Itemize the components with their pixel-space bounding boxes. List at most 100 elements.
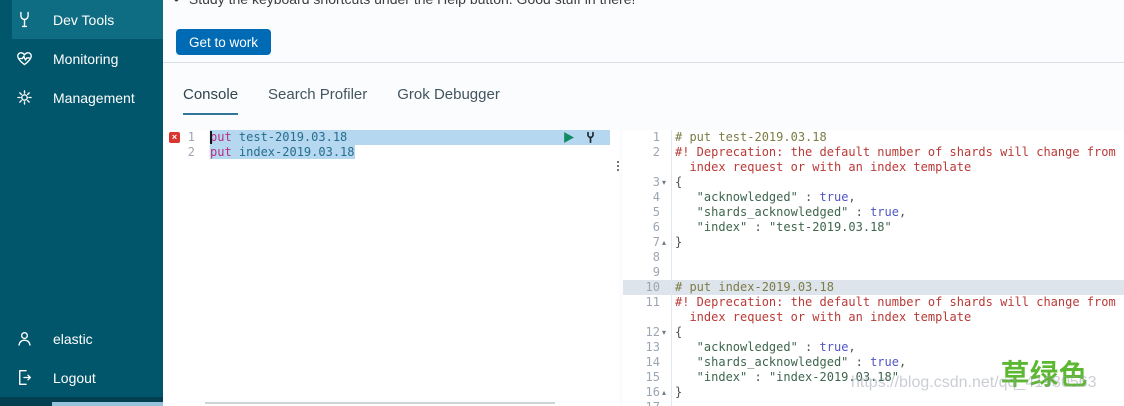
- output-line-content: "index" : "test-2019.03.18": [672, 220, 1124, 235]
- sidebar-scrollbar-thumb[interactable]: [52, 402, 170, 406]
- request-settings-wrench-icon[interactable]: [584, 131, 597, 144]
- output-line-content: #! Deprecation: the default number of sh…: [672, 295, 1124, 310]
- tab-grok-debugger[interactable]: Grok Debugger: [397, 86, 500, 115]
- output-line: 9: [623, 265, 1124, 280]
- output-line-content: {: [672, 175, 1124, 190]
- editor-line[interactable]: 2put index-2019.03.18: [163, 145, 619, 160]
- output-gutter: 2: [623, 145, 672, 160]
- output-line: 5 "shards_acknowledged" : true,: [623, 205, 1124, 220]
- kibana-dev-tools-page: Dev Tools Monitoring Management elastic Log…: [0, 0, 1124, 406]
- output-line-content: index request or with an index template: [672, 160, 1124, 175]
- sidebar-item-label: Dev Tools: [53, 12, 114, 28]
- fold-toggle-icon[interactable]: ▾: [662, 177, 666, 188]
- output-line: 2 #! Deprecation: the default number of s…: [623, 145, 1124, 160]
- token-error: #! Deprecation: the default number of sh…: [675, 145, 1124, 159]
- send-request-play-icon[interactable]: [562, 131, 575, 144]
- token-str: "index": [675, 370, 747, 384]
- token-punct: ,: [848, 190, 855, 204]
- text-cursor: [210, 131, 212, 144]
- output-line-content: "shards_acknowledged" : true,: [672, 205, 1124, 220]
- token-str: "acknowledged": [675, 340, 798, 354]
- editor-gutter: 2: [163, 145, 210, 160]
- output-line-content: {: [672, 325, 1124, 340]
- line-number: 4: [653, 190, 660, 204]
- output-gutter: 12▾: [623, 325, 672, 340]
- output-gutter: 17: [623, 400, 672, 406]
- line-number: 8: [653, 250, 660, 264]
- sidebar-item-label: Management: [53, 90, 135, 106]
- line-number: 16: [646, 385, 660, 399]
- pane-resizer-handle[interactable]: [615, 161, 621, 177]
- horizontal-scrollbar-track[interactable]: [205, 402, 555, 404]
- token-comment: # put index-2019.03.18: [675, 280, 834, 294]
- main-content: • Study the keyboard shortcuts under the…: [163, 0, 1124, 406]
- line-number: 1: [188, 130, 195, 144]
- token-punct: ,: [899, 355, 906, 369]
- line-number: 6: [653, 220, 660, 234]
- request-text: put test-2019.03.18: [210, 130, 347, 144]
- sidebar-item-management[interactable]: Management: [0, 78, 163, 117]
- output-gutter: 10: [623, 280, 672, 295]
- intro-bullet-item: • Study the keyboard shortcuts under the…: [174, 0, 635, 7]
- output-gutter: 7▴: [623, 235, 672, 250]
- token-punct: ,: [848, 340, 855, 354]
- output-line: 12▾{: [623, 325, 1124, 340]
- line-number: 7: [653, 235, 660, 249]
- token-punct: :: [798, 340, 820, 354]
- tab-console[interactable]: Console: [183, 86, 238, 115]
- line-number: 17: [646, 400, 660, 406]
- fold-toggle-icon[interactable]: ▾: [662, 327, 666, 338]
- token-error: #! Deprecation: the default number of sh…: [675, 295, 1124, 309]
- token-method: put: [210, 130, 232, 144]
- tab-bar: Console Search Profiler Grok Debugger: [183, 86, 500, 115]
- token-bool: true: [870, 205, 899, 219]
- sidebar: Dev Tools Monitoring Management elastic Log…: [0, 0, 163, 406]
- watermark-url: https://blog.csdn.net/qq_41980563: [851, 374, 1097, 392]
- line-number: 14: [646, 355, 660, 369]
- output-line-content: }: [672, 235, 1124, 250]
- fold-toggle-icon[interactable]: ▴: [662, 237, 666, 248]
- sidebar-item-elastic[interactable]: elastic: [0, 319, 163, 358]
- output-line-content: #! Deprecation: the default number of sh…: [672, 145, 1124, 160]
- line-number: 2: [653, 145, 660, 159]
- output-gutter: 4: [623, 190, 672, 205]
- token-bool: true: [820, 190, 849, 204]
- tab-search-profiler[interactable]: Search Profiler: [268, 86, 367, 115]
- output-line: 3▾{: [623, 175, 1124, 190]
- line-number: 12: [646, 325, 660, 339]
- output-gutter: 13: [623, 340, 672, 355]
- editor-line[interactable]: ×1put test-2019.03.18: [163, 130, 619, 145]
- logout-icon: [15, 368, 34, 387]
- token-punct: :: [848, 355, 870, 369]
- output-line: 6 "index" : "test-2019.03.18": [623, 220, 1124, 235]
- output-gutter: 16▴: [623, 385, 672, 400]
- line-number: 10: [646, 280, 660, 294]
- wrench-icon: [15, 10, 34, 29]
- fold-toggle-icon[interactable]: ▴: [662, 387, 666, 398]
- sidebar-item-dev-tools[interactable]: Dev Tools: [0, 0, 163, 39]
- token-punct: :: [747, 220, 769, 234]
- token-punct: }: [675, 235, 682, 249]
- line-number: 15: [646, 370, 660, 384]
- sidebar-item-label: elastic: [53, 331, 93, 347]
- line-number: 11: [646, 295, 660, 309]
- gear-icon: [15, 88, 34, 107]
- token-str: "index": [675, 220, 747, 234]
- sidebar-item-monitoring[interactable]: Monitoring: [0, 39, 163, 78]
- output-line-content: [672, 400, 1124, 406]
- user-icon: [15, 329, 34, 348]
- token-bool: true: [870, 355, 899, 369]
- request-editor-pane[interactable]: ×1put test-2019.03.182put index-2019.03.…: [163, 130, 619, 406]
- token-punct: {: [675, 325, 682, 339]
- output-gutter: 5: [623, 205, 672, 220]
- sidebar-item-logout[interactable]: Logout: [0, 358, 163, 397]
- output-line: index request or with an index template: [623, 310, 1124, 325]
- token-punct: ,: [899, 205, 906, 219]
- line-number: 13: [646, 340, 660, 354]
- output-line-content: # put test-2019.03.18: [672, 130, 1124, 145]
- output-gutter: [623, 310, 672, 325]
- line-number: 9: [653, 265, 660, 279]
- token-error: index request or with an index template: [675, 310, 971, 324]
- get-to-work-button[interactable]: Get to work: [176, 29, 271, 55]
- token-punct: }: [675, 385, 682, 399]
